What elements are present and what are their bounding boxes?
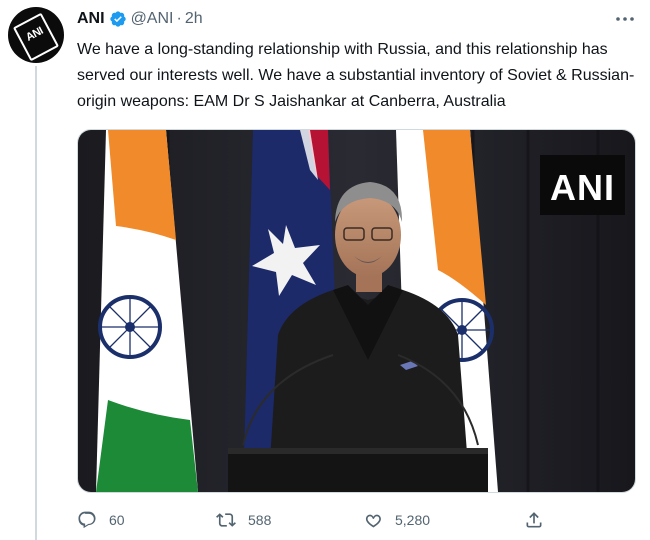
- reply-icon: [78, 511, 96, 529]
- watermark-text: ANI: [550, 167, 615, 208]
- share-icon: [526, 512, 542, 528]
- author-avatar[interactable]: ANI: [8, 7, 64, 63]
- retweet-button[interactable]: 588: [216, 508, 271, 532]
- ani-watermark: ANI: [540, 155, 625, 215]
- verified-badge-icon: [109, 11, 126, 27]
- tweet-header: ANI @ANI · 2h: [77, 8, 203, 30]
- reply-button[interactable]: 60: [77, 508, 125, 532]
- more-options-icon[interactable]: [614, 10, 636, 28]
- tweet-media-image[interactable]: ANI: [77, 129, 636, 493]
- avatar-logo-text: ANI: [24, 24, 46, 44]
- reply-count: 60: [109, 512, 125, 528]
- author-handle[interactable]: @ANI: [131, 10, 174, 28]
- author-name[interactable]: ANI: [77, 10, 105, 28]
- like-count: 5,280: [395, 512, 431, 528]
- share-button[interactable]: [524, 508, 556, 532]
- ani-logo: ANI: [12, 12, 60, 62]
- retweet-count: 588: [248, 512, 272, 528]
- tweet-text: We have a long-standing relationship wit…: [77, 41, 635, 110]
- retweet-icon: [216, 513, 236, 527]
- tweet-timestamp[interactable]: 2h: [185, 10, 203, 28]
- tweet-actions: 60 588 5,280: [77, 508, 557, 532]
- thread-line: [35, 66, 37, 540]
- header-separator: ·: [176, 10, 182, 27]
- heart-icon: [365, 514, 381, 528]
- tweet[interactable]: ANI ANI @ANI · 2h We have a long-standin…: [0, 0, 650, 540]
- like-button[interactable]: 5,280: [363, 508, 430, 532]
